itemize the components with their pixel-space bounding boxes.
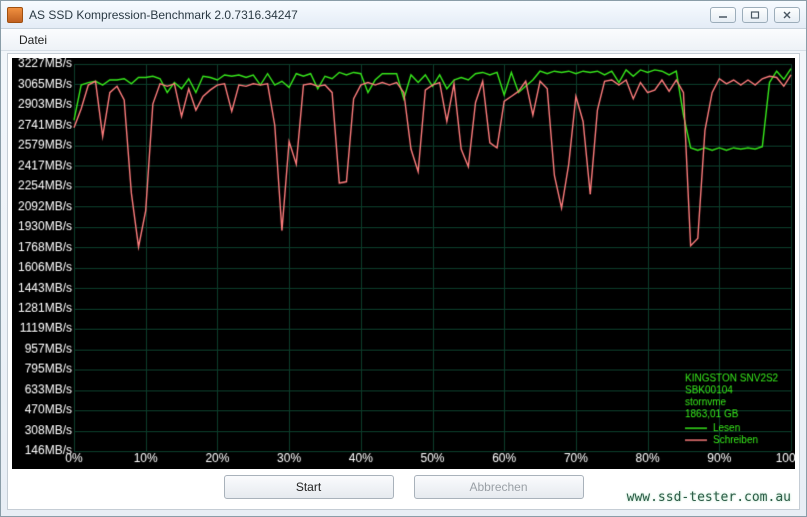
- menu-file[interactable]: Datei: [11, 31, 55, 49]
- button-row: Start Abbrechen: [8, 475, 799, 503]
- minimize-icon: [718, 11, 728, 19]
- window-controls: [710, 7, 800, 23]
- chart-area: [12, 58, 795, 469]
- title-bar: AS SSD Kompression-Benchmark 2.0.7316.34…: [1, 1, 806, 29]
- client-area: Start Abbrechen www.ssd-tester.com.au: [7, 53, 800, 510]
- window-title: AS SSD Kompression-Benchmark 2.0.7316.34…: [29, 8, 704, 22]
- app-icon: [7, 7, 23, 23]
- close-icon: [782, 11, 792, 19]
- maximize-button[interactable]: [742, 7, 768, 23]
- abort-button: Abbrechen: [414, 475, 584, 499]
- start-button[interactable]: Start: [224, 475, 394, 499]
- maximize-icon: [750, 11, 760, 19]
- menu-bar: Datei: [1, 29, 806, 51]
- app-window: AS SSD Kompression-Benchmark 2.0.7316.34…: [0, 0, 807, 517]
- minimize-button[interactable]: [710, 7, 736, 23]
- benchmark-chart: [12, 58, 795, 469]
- close-button[interactable]: [774, 7, 800, 23]
